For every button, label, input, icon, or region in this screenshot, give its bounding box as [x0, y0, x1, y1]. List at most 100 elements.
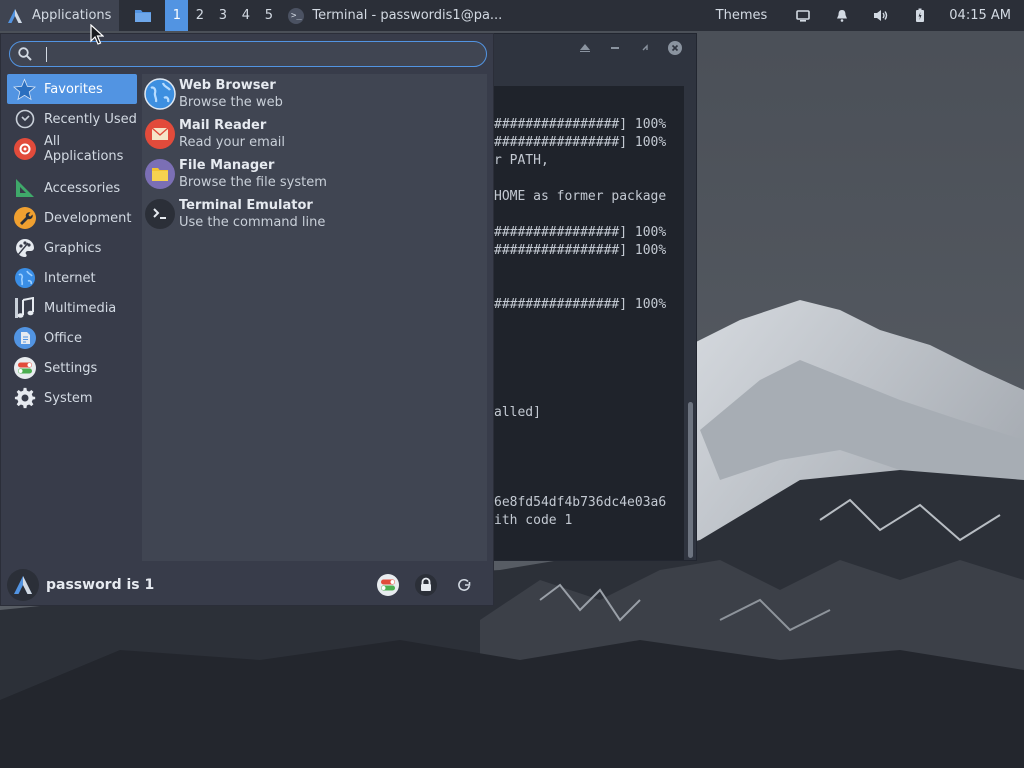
settings-manager-button[interactable]	[369, 570, 407, 600]
category-multimedia[interactable]: Multimedia	[7, 293, 137, 323]
category-graphics[interactable]: Graphics	[7, 233, 137, 263]
file-manager-launcher[interactable]	[125, 0, 161, 31]
terminal-scrollbar-thumb[interactable]	[688, 402, 693, 558]
folder-icon	[135, 10, 152, 22]
app-file-manager[interactable]: File Manager Browse the file system	[142, 154, 487, 194]
workspace-switcher: 12345	[165, 0, 280, 31]
category-system[interactable]: System	[7, 383, 137, 413]
category-label: Office	[44, 330, 82, 346]
display-icon[interactable]	[783, 0, 822, 31]
app-description: Use the command line	[179, 215, 326, 230]
category-development[interactable]: Development	[7, 203, 137, 233]
app-web-browser[interactable]: Web Browser Browse the web	[142, 74, 487, 114]
clock[interactable]: 04:15 AM	[939, 8, 1024, 23]
applications-label: Applications	[32, 8, 112, 23]
text-cursor	[46, 47, 47, 62]
log-out-button[interactable]	[445, 570, 483, 600]
close-button[interactable]	[660, 34, 690, 61]
category-all-applications[interactable]: All Applications	[7, 134, 137, 164]
terminal-scrollbar[interactable]	[685, 86, 696, 560]
category-favorites[interactable]: Favorites	[7, 74, 137, 104]
app-name: Web Browser	[179, 78, 276, 93]
globe-icon	[13, 267, 36, 290]
category-label: Multimedia	[44, 300, 117, 316]
terminal-line: ith code 1	[494, 513, 573, 528]
workspace-2[interactable]: 2	[188, 0, 211, 31]
terminal-line: r PATH,	[494, 153, 549, 168]
terminal-window[interactable]: ################] 100% ################] …	[492, 33, 697, 561]
category-internet[interactable]: Internet	[7, 263, 137, 293]
terminal-titlebar[interactable]	[493, 34, 696, 61]
category-recently-used[interactable]: Recently Used	[7, 104, 137, 134]
user-avatar	[7, 569, 39, 601]
category-label: System	[44, 390, 93, 406]
category-label: All Applications	[44, 134, 124, 164]
app-description: Read your email	[179, 135, 286, 150]
app-description: Browse the web	[179, 95, 283, 110]
terminal-line: HOME as former package	[494, 189, 667, 204]
app-name: File Manager	[179, 158, 275, 173]
lock-screen-button[interactable]	[407, 570, 445, 600]
user-name: password is 1	[46, 577, 155, 593]
palette-icon	[13, 237, 36, 260]
taskbar-terminal-title: Terminal - passwordis1@pa...	[312, 8, 503, 23]
app-text: Mail Reader Read your email	[179, 117, 285, 151]
search-input[interactable]	[32, 43, 486, 65]
terminal-line: ################] 100%	[494, 243, 667, 258]
application-list: Web Browser Browse the web Mail Reader Read…	[142, 74, 487, 561]
category-label: Accessories	[44, 180, 121, 196]
terminal-output[interactable]: ################] 100% ################] …	[493, 86, 684, 560]
search-box[interactable]	[9, 41, 487, 67]
mouse-cursor	[90, 24, 104, 45]
maximize-button[interactable]	[630, 34, 660, 61]
volume-icon[interactable]	[861, 0, 900, 31]
menu-footer: password is 1	[1, 564, 493, 606]
workspace-5[interactable]: 5	[257, 0, 280, 31]
app-text: File Manager Browse the file system	[179, 157, 327, 191]
terminal-icon	[144, 198, 176, 230]
web-browser-icon	[144, 78, 176, 110]
terminal-line: ################] 100%	[494, 225, 667, 240]
wrench-icon	[13, 207, 36, 230]
app-terminal-emulator[interactable]: Terminal Emulator Use the command line	[142, 194, 487, 234]
workspace-1[interactable]: 1	[165, 0, 189, 31]
star-icon	[13, 77, 36, 101]
category-label: Graphics	[44, 240, 102, 256]
app-mail-reader[interactable]: Mail Reader Read your email	[142, 114, 487, 154]
app-name: Mail Reader	[179, 118, 267, 133]
category-label: Recently Used	[44, 111, 137, 127]
log-out-icon	[458, 578, 471, 591]
gear-red-icon	[13, 138, 36, 161]
shade-button[interactable]	[570, 34, 600, 61]
application-menu: Favorites Recently Used All Applications Ac…	[0, 33, 494, 606]
category-label: Favorites	[44, 81, 103, 97]
minimize-button[interactable]	[600, 34, 630, 61]
terminal-line: ################] 100%	[494, 117, 667, 132]
top-panel: Applications 12345 >_ Terminal - passwor…	[0, 0, 1024, 31]
arch-logo-icon	[6, 7, 24, 25]
lock-icon	[415, 574, 437, 596]
folder-icon	[144, 158, 176, 190]
music-note-icon	[13, 297, 36, 320]
app-text: Web Browser Browse the web	[179, 77, 283, 111]
category-settings[interactable]: Settings	[7, 353, 137, 383]
mail-icon	[144, 118, 176, 150]
category-office[interactable]: Office	[7, 323, 137, 353]
workspace-3[interactable]: 3	[211, 0, 234, 31]
terminal-line: ################] 100%	[494, 297, 667, 312]
document-icon	[13, 327, 36, 350]
category-accessories[interactable]: Accessories	[7, 173, 137, 203]
terminal-line: ################] 100%	[494, 135, 667, 150]
search-icon	[18, 47, 32, 61]
terminal-line: alled]	[494, 405, 541, 420]
category-label: Settings	[44, 360, 98, 376]
taskbar-terminal[interactable]: >_ Terminal - passwordis1@pa...	[280, 0, 512, 31]
workspace-4[interactable]: 4	[234, 0, 257, 31]
settings-toggle-icon	[377, 574, 399, 596]
notification-bell-icon[interactable]	[822, 0, 861, 31]
battery-icon[interactable]	[900, 0, 939, 31]
cog-icon	[13, 387, 36, 410]
app-text: Terminal Emulator Use the command line	[179, 197, 325, 231]
category-label: Development	[44, 210, 132, 226]
themes-button[interactable]: Themes	[700, 8, 784, 23]
